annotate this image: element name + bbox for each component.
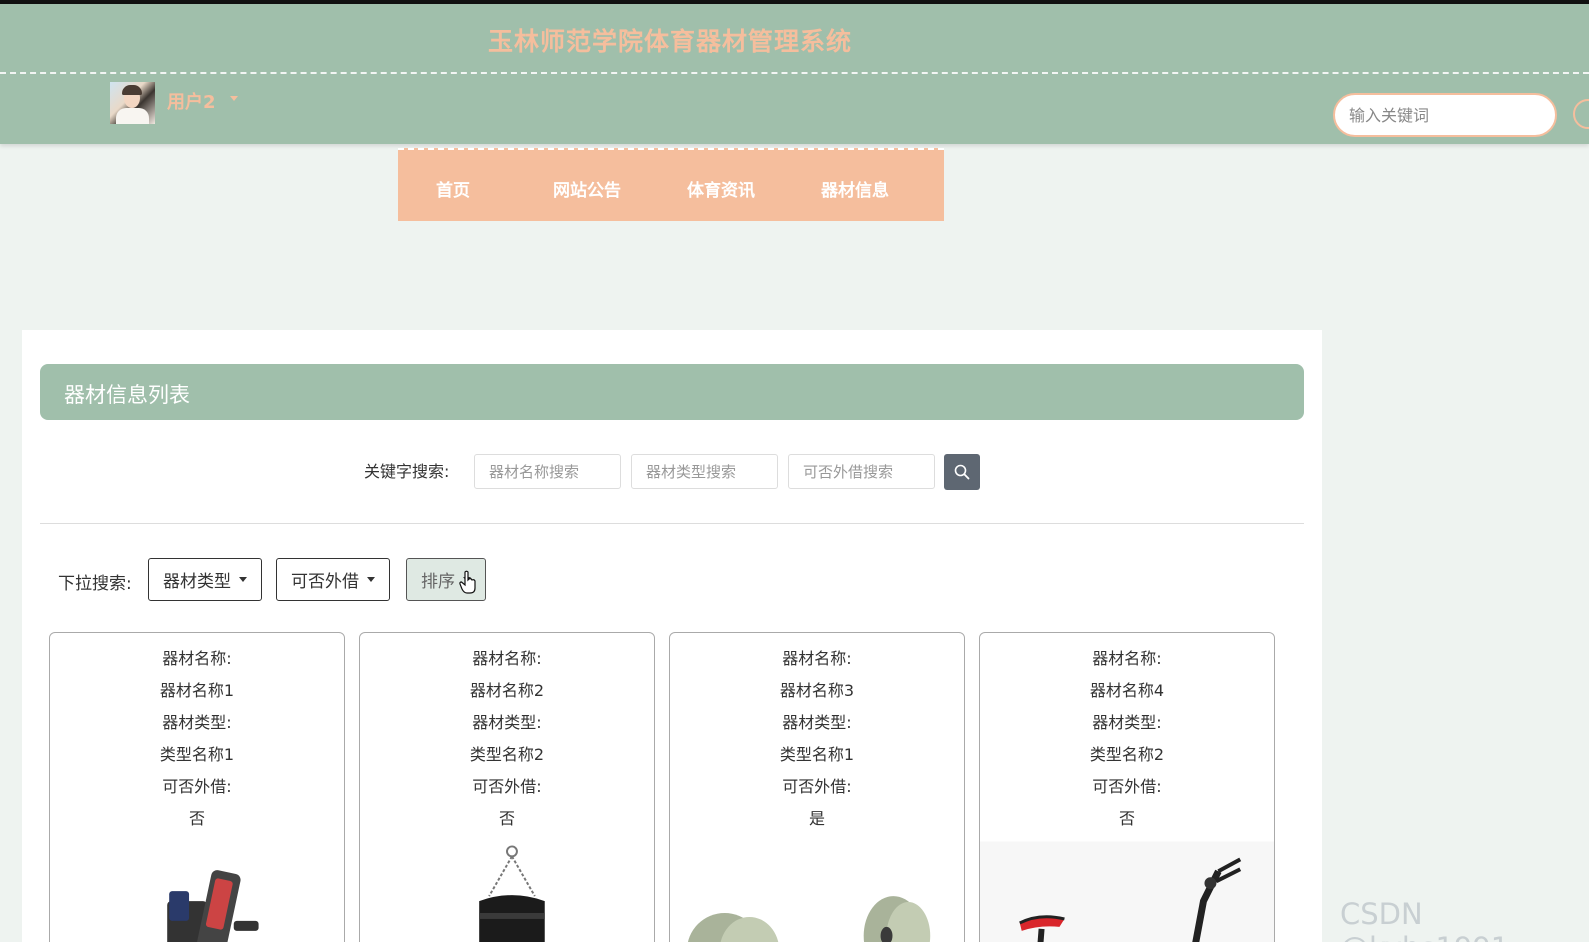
- name-label: 器材名称:: [1092, 649, 1162, 668]
- site-title: 玉林师范学院体育器材管理系统: [488, 27, 853, 56]
- lendable-label: 可否外借:: [1092, 777, 1162, 796]
- header-divider: [0, 72, 1589, 74]
- equipment-type: 类型名称1: [159, 745, 235, 764]
- equipment-name: 器材名称2: [469, 681, 545, 700]
- equipment-type: 类型名称2: [1089, 745, 1165, 764]
- lendable-value: 否: [188, 809, 205, 828]
- list-title: 器材信息列表: [64, 383, 190, 407]
- equipment-type: 类型名称2: [469, 745, 545, 764]
- dumbbell-image: [687, 896, 931, 942]
- site-search-input[interactable]: [1333, 93, 1557, 137]
- list-header: 器材信息列表: [40, 364, 1304, 420]
- lendable-value: 否: [1118, 809, 1135, 828]
- nav-item-announcements[interactable]: 网站公告: [553, 176, 621, 201]
- dropdown-label: 可否外借: [291, 572, 359, 592]
- type-label: 器材类型:: [472, 713, 542, 732]
- name-label: 器材名称:: [472, 649, 542, 668]
- equipment-card[interactable]: 器材名称: 器材名称4 器材类型: 类型名称2 可否外借: 否: [979, 632, 1275, 942]
- equipment-type-search-input[interactable]: [631, 454, 778, 489]
- watermark: CSDN @kybs1991: [1340, 897, 1509, 942]
- equipment-type-dropdown[interactable]: 器材类型: [148, 558, 262, 601]
- chevron-down-icon[interactable]: [230, 96, 238, 101]
- dropdown-label: 排序: [421, 572, 455, 592]
- lendable-search-input[interactable]: [788, 454, 935, 489]
- caret-down-icon: [367, 577, 375, 582]
- avatar[interactable]: [110, 82, 155, 124]
- equipment-name-search-input[interactable]: [474, 454, 621, 489]
- nav-item-home[interactable]: 首页: [436, 176, 470, 201]
- exercise-bike-image: [980, 841, 1274, 942]
- equipment-card[interactable]: 器材名称: 器材名称1 器材类型: 类型名称1 可否外借: 否: [49, 632, 345, 942]
- hand-cursor-icon: [459, 570, 476, 594]
- lendable-value: 否: [498, 809, 515, 828]
- equipment-name: 器材名称4: [1089, 681, 1165, 700]
- equipment-name: 器材名称1: [159, 681, 235, 700]
- lendable-value: 是: [808, 809, 825, 828]
- lendable-label: 可否外借:: [472, 777, 542, 796]
- name-label: 器材名称:: [782, 649, 852, 668]
- punching-bag-image: [479, 845, 545, 942]
- equipment-name: 器材名称3: [779, 681, 855, 700]
- nav-item-sports-news[interactable]: 体育资讯: [687, 176, 755, 201]
- treadmill-image: [167, 870, 259, 942]
- search-icon[interactable]: [1573, 99, 1589, 129]
- lendable-dropdown[interactable]: 可否外借: [276, 558, 390, 601]
- search-button[interactable]: [944, 454, 980, 490]
- equipment-card[interactable]: 器材名称: 器材名称3 器材类型: 类型名称1 可否外借: 是: [669, 632, 965, 942]
- search-icon: [954, 464, 970, 480]
- equipment-type: 类型名称1: [779, 745, 855, 764]
- type-label: 器材类型:: [162, 713, 232, 732]
- keyword-search-label: 关键字搜索:: [364, 462, 450, 481]
- name-label: 器材名称:: [162, 649, 232, 668]
- lendable-label: 可否外借:: [782, 777, 852, 796]
- equipment-list-panel: 器材信息列表 关键字搜索: 下拉搜索: 器材类型 可否外借 排序 器材名称: 器…: [22, 330, 1322, 942]
- caret-down-icon: [239, 577, 247, 582]
- site-header: 玉林师范学院体育器材管理系统 用户2: [0, 4, 1589, 144]
- type-label: 器材类型:: [1092, 713, 1162, 732]
- equipment-card[interactable]: 器材名称: 器材名称2 器材类型: 类型名称2 可否外借: 否: [359, 632, 655, 942]
- section-divider: [40, 523, 1304, 524]
- lendable-label: 可否外借:: [162, 777, 232, 796]
- username-menu[interactable]: 用户2: [167, 88, 216, 114]
- dropdown-label: 器材类型: [163, 572, 231, 592]
- type-label: 器材类型:: [782, 713, 852, 732]
- dropdown-search-label: 下拉搜索:: [58, 574, 132, 594]
- nav-item-equipment[interactable]: 器材信息: [821, 176, 889, 201]
- main-nav: 首页 网站公告 体育资讯 器材信息: [398, 148, 944, 221]
